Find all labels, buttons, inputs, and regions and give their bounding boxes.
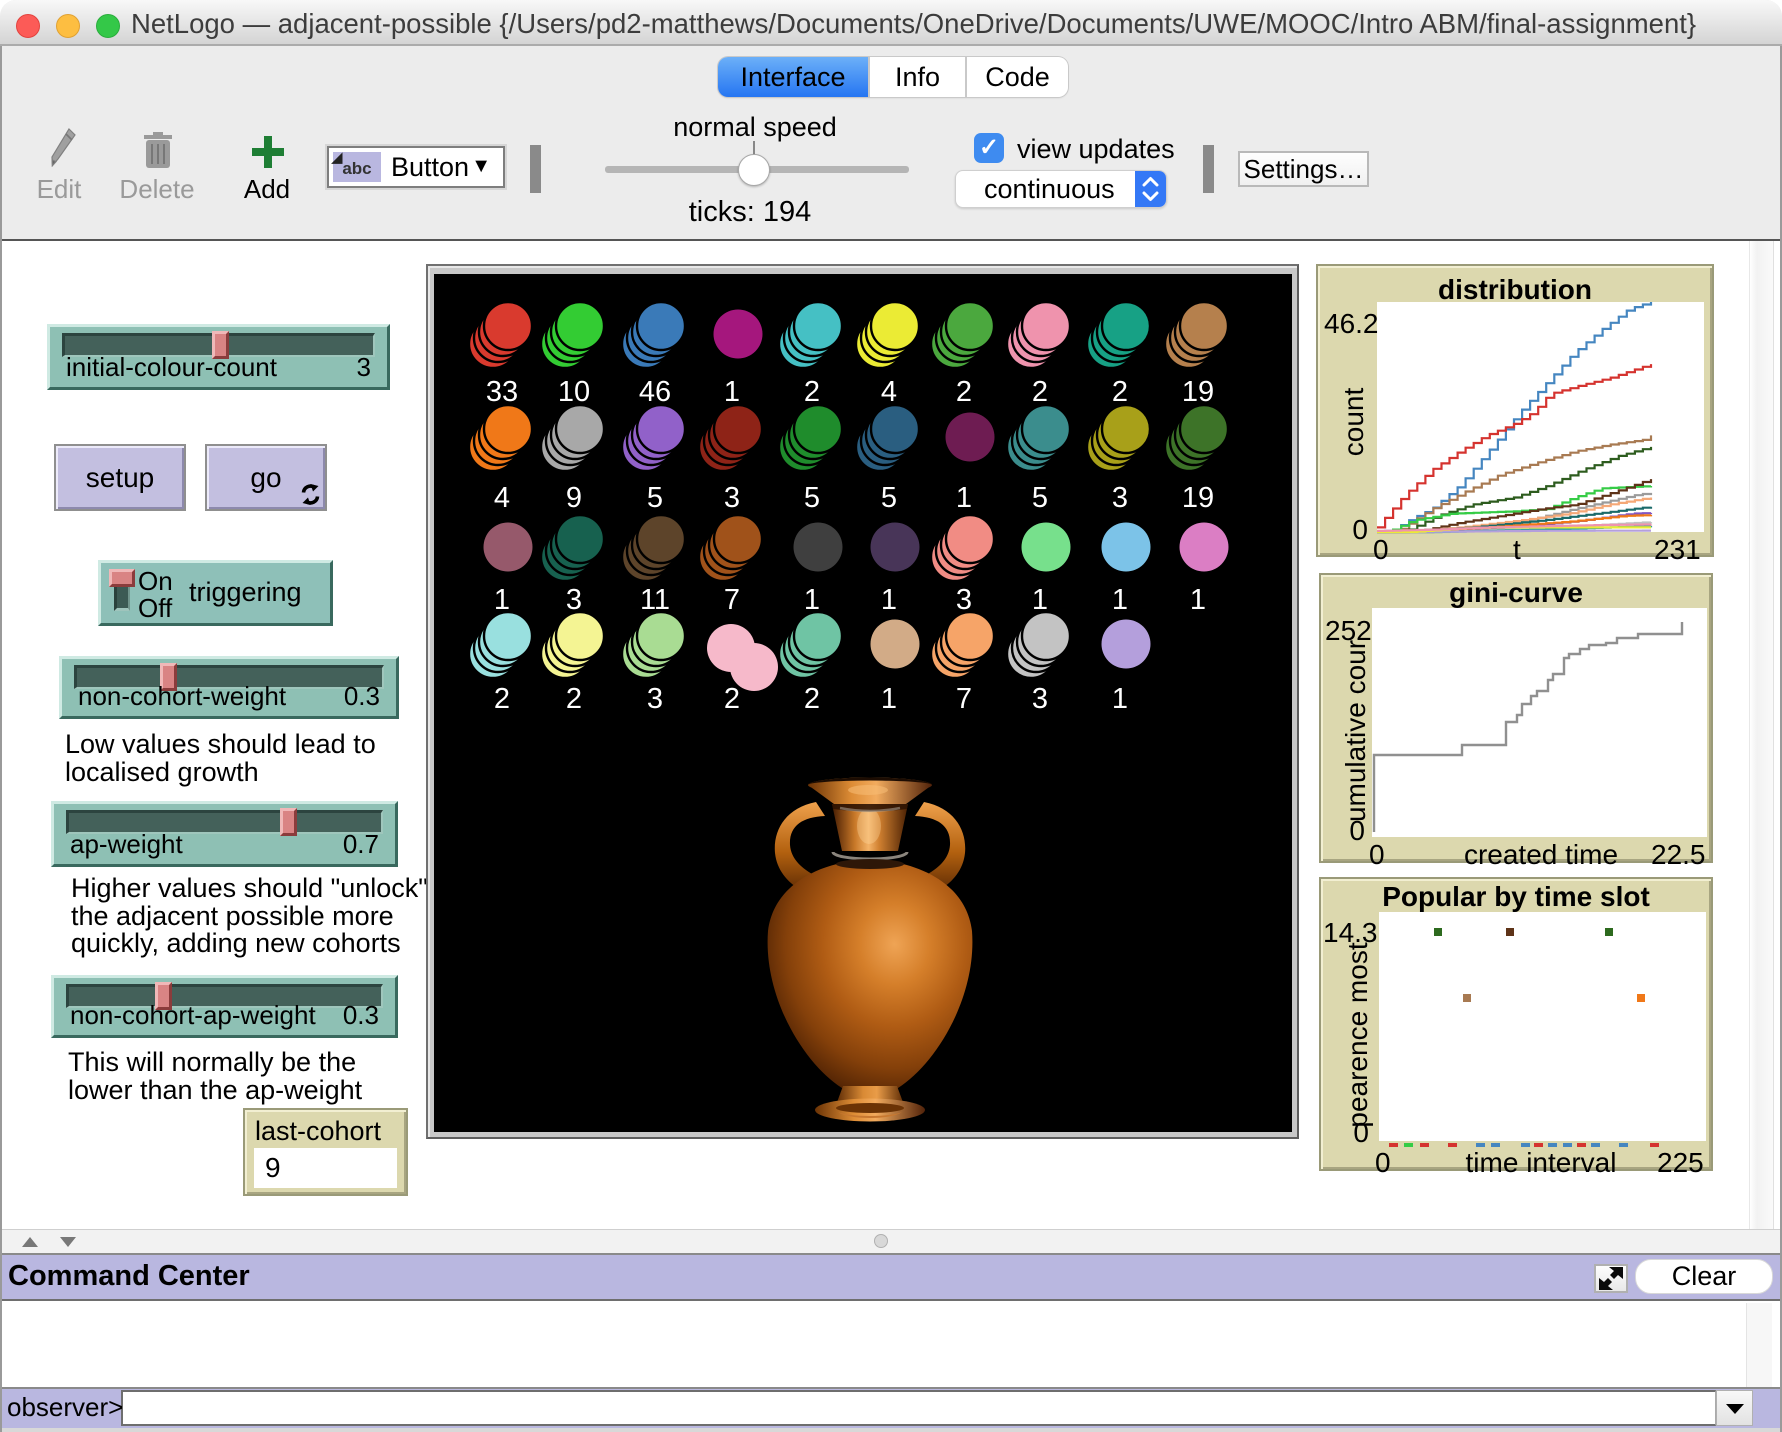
svg-text:3: 3	[647, 683, 663, 715]
svg-text:5: 5	[647, 482, 663, 514]
svg-text:3: 3	[1112, 482, 1128, 514]
svg-text:4: 4	[494, 482, 510, 514]
svg-text:1: 1	[1112, 683, 1128, 715]
svg-text:4: 4	[881, 376, 897, 408]
svg-text:11: 11	[640, 584, 670, 616]
svg-text:9: 9	[566, 482, 582, 514]
svg-text:7: 7	[956, 683, 972, 715]
svg-text:2: 2	[494, 683, 510, 715]
svg-text:1: 1	[1112, 584, 1128, 616]
svg-text:5: 5	[1032, 482, 1048, 514]
svg-text:3: 3	[1032, 683, 1048, 715]
svg-text:2: 2	[724, 683, 740, 715]
svg-text:5: 5	[804, 482, 820, 514]
svg-text:19: 19	[1182, 482, 1214, 514]
svg-text:7: 7	[724, 584, 740, 616]
svg-text:1: 1	[881, 683, 897, 715]
svg-text:2: 2	[804, 683, 820, 715]
svg-text:1: 1	[724, 376, 740, 408]
svg-text:33: 33	[486, 376, 518, 408]
svg-text:2: 2	[1112, 376, 1128, 408]
svg-text:2: 2	[566, 683, 582, 715]
svg-text:19: 19	[1182, 376, 1214, 408]
svg-text:3: 3	[724, 482, 740, 514]
svg-text:2: 2	[1032, 376, 1048, 408]
svg-text:2: 2	[956, 376, 972, 408]
svg-text:2: 2	[804, 376, 820, 408]
svg-text:1: 1	[956, 482, 972, 514]
svg-text:46: 46	[639, 376, 671, 408]
svg-text:1: 1	[1190, 584, 1206, 616]
svg-text:5: 5	[881, 482, 897, 514]
svg-text:10: 10	[558, 376, 590, 408]
svg-text:1: 1	[881, 584, 897, 616]
